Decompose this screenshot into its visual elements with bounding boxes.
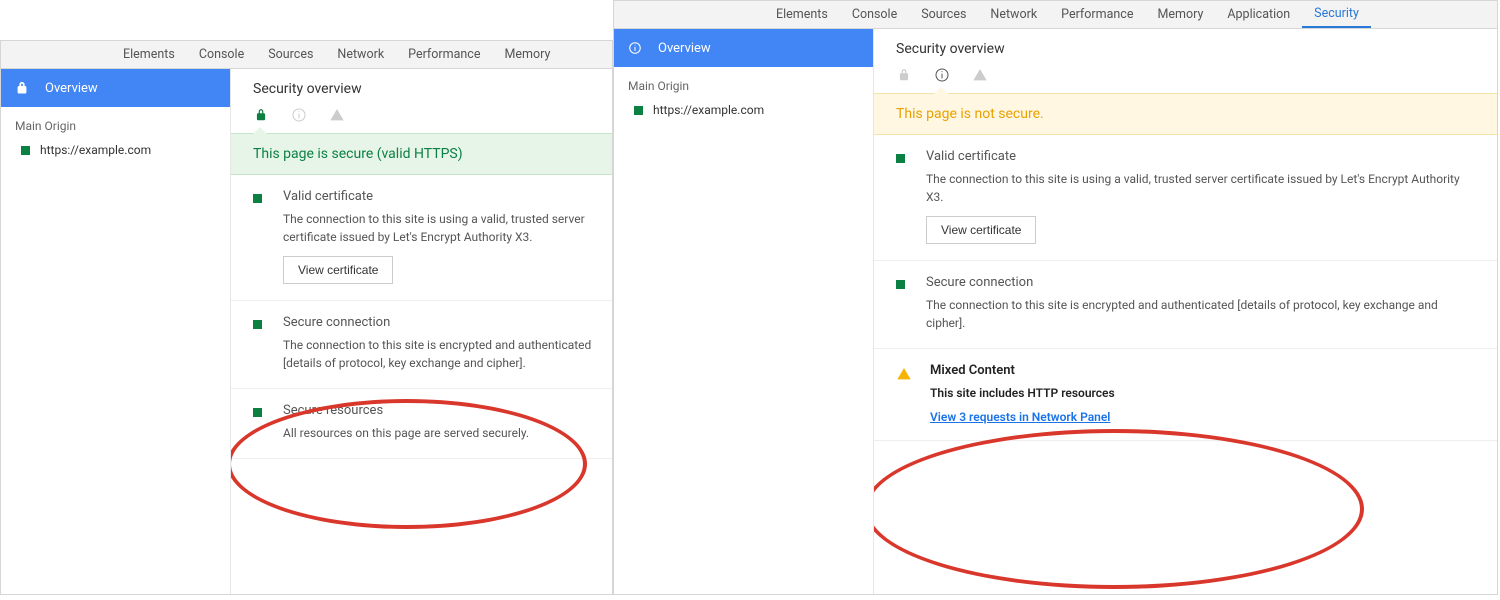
- sidebar-main-origin-heading: Main Origin: [614, 67, 873, 97]
- sidebar-overview-label: Overview: [658, 41, 711, 56]
- mixed-content-title: Mixed Content: [930, 363, 1477, 378]
- mixed-content-block: Mixed Content This site includes HTTP re…: [874, 349, 1497, 441]
- connection-title: Secure connection: [283, 315, 592, 330]
- security-banner-insecure: This page is not secure.: [874, 93, 1497, 135]
- warning-icon: [896, 366, 912, 382]
- info-icon: [291, 107, 307, 123]
- sidebar-origin-url: https://example.com: [40, 143, 151, 157]
- tab-console[interactable]: Console: [840, 1, 909, 28]
- security-content: Security overview This page is not secur…: [874, 29, 1497, 594]
- tab-memory[interactable]: Memory: [1145, 1, 1215, 28]
- tab-elements[interactable]: Elements: [764, 1, 840, 28]
- resources-block: Secure resources All resources on this p…: [231, 389, 612, 459]
- secure-square-icon: [253, 320, 262, 329]
- certificate-title: Valid certificate: [926, 149, 1477, 164]
- warning-icon: [972, 67, 988, 83]
- tab-performance[interactable]: Performance: [1049, 1, 1145, 28]
- certificate-block: Valid certificate The connection to this…: [874, 135, 1497, 261]
- certificate-block: Valid certificate The connection to this…: [231, 175, 612, 301]
- security-banner-secure: This page is secure (valid HTTPS): [231, 133, 612, 175]
- secure-square-icon: [21, 146, 30, 155]
- secure-square-icon: [253, 194, 262, 203]
- info-icon: [934, 67, 950, 83]
- info-icon: [628, 41, 642, 55]
- tab-sources[interactable]: Sources: [909, 1, 978, 28]
- tab-security[interactable]: Security: [1302, 1, 1371, 28]
- connection-desc: The connection to this site is encrypted…: [926, 296, 1477, 332]
- sidebar-origin-row[interactable]: https://example.com: [614, 97, 873, 123]
- security-overview-title: Security overview: [231, 69, 612, 107]
- sidebar-main-origin-heading: Main Origin: [1, 107, 230, 137]
- status-icon-row: [874, 67, 1497, 93]
- banner-text: This page is not secure.: [896, 106, 1044, 122]
- security-sidebar: Overview Main Origin https://example.com: [1, 69, 231, 594]
- sidebar-overview-row[interactable]: Overview: [1, 69, 230, 107]
- certificate-desc: The connection to this site is using a v…: [926, 170, 1477, 206]
- secure-square-icon: [253, 408, 262, 417]
- tab-memory[interactable]: Memory: [492, 41, 562, 68]
- secure-square-icon: [896, 154, 905, 163]
- sidebar-origin-row[interactable]: https://example.com: [1, 137, 230, 163]
- tab-performance[interactable]: Performance: [396, 41, 492, 68]
- certificate-title: Valid certificate: [283, 189, 592, 204]
- status-icon-row: [231, 107, 612, 133]
- banner-text: This page is secure (valid HTTPS): [253, 146, 463, 162]
- secure-square-icon: [896, 280, 905, 289]
- certificate-desc: The connection to this site is using a v…: [283, 210, 592, 246]
- tab-strip: Elements Console Sources Network Perform…: [614, 1, 1497, 29]
- warning-icon: [329, 107, 345, 123]
- security-sidebar: Overview Main Origin https://example.com: [614, 29, 874, 594]
- tab-strip: Elements Console Sources Network Perform…: [1, 41, 612, 69]
- lock-icon: [15, 81, 29, 95]
- sidebar-origin-url: https://example.com: [653, 103, 764, 117]
- tab-sources[interactable]: Sources: [256, 41, 325, 68]
- mixed-content-desc: This site includes HTTP resources: [930, 384, 1477, 402]
- tab-application[interactable]: Application: [1215, 1, 1302, 28]
- sidebar-overview-label: Overview: [45, 81, 98, 96]
- lock-icon: [253, 107, 269, 123]
- tab-console[interactable]: Console: [187, 41, 256, 68]
- connection-block: Secure connection The connection to this…: [874, 261, 1497, 349]
- view-requests-link[interactable]: View 3 requests in Network Panel: [930, 410, 1110, 424]
- security-content: Security overview This page is secure (v…: [231, 69, 612, 594]
- tab-elements[interactable]: Elements: [111, 41, 187, 68]
- view-certificate-button[interactable]: View certificate: [926, 216, 1036, 244]
- tab-network[interactable]: Network: [325, 41, 396, 68]
- devtools-panel-insecure: Elements Console Sources Network Perform…: [613, 0, 1498, 595]
- connection-title: Secure connection: [926, 275, 1477, 290]
- view-certificate-button[interactable]: View certificate: [283, 256, 393, 284]
- connection-desc: The connection to this site is encrypted…: [283, 336, 592, 372]
- lock-icon: [896, 67, 912, 83]
- devtools-panel-secure: Elements Console Sources Network Perform…: [0, 40, 613, 595]
- connection-block: Secure connection The connection to this…: [231, 301, 612, 389]
- secure-square-icon: [634, 106, 643, 115]
- security-overview-title: Security overview: [874, 29, 1497, 67]
- resources-title: Secure resources: [283, 403, 592, 418]
- annotation-ellipse: [874, 429, 1364, 589]
- tab-network[interactable]: Network: [978, 1, 1049, 28]
- sidebar-overview-row[interactable]: Overview: [614, 29, 873, 67]
- resources-desc: All resources on this page are served se…: [283, 424, 592, 442]
